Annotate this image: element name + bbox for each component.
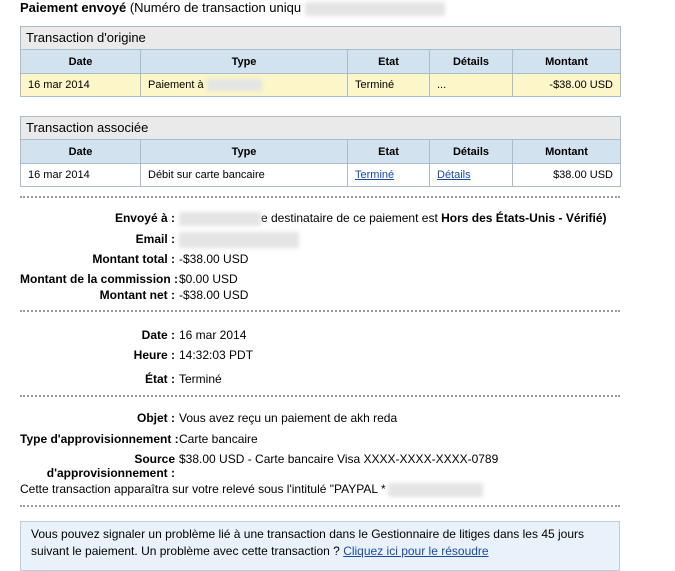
funding-type-label: Type d'approvisionnement : (20, 432, 179, 446)
col-type: Type (140, 50, 348, 74)
row-type: Débit sur carte bancaire (140, 163, 348, 186)
fee-value: $0.00 USD (179, 272, 238, 286)
fee-row: Montant de la commission :$0.00 USD (20, 272, 238, 286)
date-row: Date : 16 mar 2014 (20, 328, 247, 342)
table-row: 16 mar 2014 Paiement à Terminé ... -$38.… (21, 73, 620, 96)
state-value: Terminé (179, 372, 222, 386)
row-date: 16 mar 2014 (21, 73, 141, 96)
row-date: 16 mar 2014 (21, 163, 141, 186)
row-details: Détails (429, 163, 513, 186)
related-panel-heading: Transaction associée (21, 117, 620, 140)
details-link[interactable]: Détails (437, 169, 471, 181)
total-row: Montant total : -$38.00 USD (20, 252, 248, 266)
sent-to-row: Envoyé à : e destinataire de ce paiement … (20, 211, 607, 226)
origin-panel-heading: Transaction d'origine (21, 27, 620, 50)
time-label: Heure : (133, 348, 175, 362)
related-table: Date Type Etat Détails Montant 16 mar 20… (21, 140, 620, 186)
date-value: 16 mar 2014 (179, 328, 247, 342)
funding-type-value: Carte bancaire (179, 432, 258, 446)
col-type: Type (140, 140, 348, 164)
dispute-notice: Vous pouvez signaler un problème lié à u… (20, 521, 620, 571)
row-amount: $38.00 USD (553, 169, 613, 181)
page-title-bold: Paiement envoyé (20, 0, 127, 15)
email-row: Email : (20, 232, 299, 248)
source-value: $38.00 USD - Carte bancaire Visa XXXX-XX… (179, 452, 499, 466)
status-link[interactable]: Terminé (355, 169, 394, 181)
page-title-rest: (Numéro de transaction uniqu (129, 0, 302, 15)
origin-transaction-panel: Transaction d'origine Date Type Etat Dét… (20, 26, 621, 97)
funding-type-row: Type d'approvisionnement :Carte bancaire (20, 432, 258, 446)
page-title: Paiement envoyé (Numéro de transaction u… (20, 0, 445, 16)
row-amount: -$38.00 USD (512, 73, 620, 96)
divider (20, 310, 620, 312)
net-value: -$38.00 USD (179, 288, 249, 302)
col-date: Date (21, 50, 141, 74)
row-type: Paiement à (140, 73, 348, 96)
redacted-recipient-name (179, 211, 261, 226)
state-row: État : Terminé (20, 372, 222, 386)
subject-value: Vous avez reçu un paiement de akh reda (179, 411, 398, 425)
total-label: Montant total : (92, 252, 175, 266)
related-transaction-panel: Transaction associée Date Type Etat Déta… (20, 116, 621, 187)
col-amount: Montant (512, 50, 620, 74)
divider (20, 395, 620, 397)
sent-to-text: e destinataire de ce paiement est (261, 211, 438, 225)
col-amount: Montant (512, 140, 620, 164)
origin-table: Date Type Etat Détails Montant 16 mar 20… (21, 50, 620, 96)
date-label: Date : (141, 328, 175, 342)
redacted-statement-name (387, 482, 483, 497)
table-row: 16 mar 2014 Débit sur carte bancaire Ter… (21, 163, 620, 186)
row-status: Terminé (347, 73, 430, 96)
sent-to-status: Hors des États-Unis - Vérifié) (441, 211, 607, 225)
statement-text: Cette transaction apparaîtra sur votre r… (20, 482, 386, 496)
net-label: Montant net : (99, 288, 175, 302)
source-label: Source (134, 452, 175, 466)
source-row-cont: d'approvisionnement : (20, 466, 175, 480)
col-status: Etat (347, 140, 430, 164)
resolve-link[interactable]: Cliquez ici pour le résoudre (343, 544, 488, 558)
time-row: Heure : 14:32:03 PDT (20, 348, 253, 362)
statement-row: Cette transaction apparaîtra sur votre r… (20, 482, 483, 497)
col-date: Date (21, 140, 141, 164)
col-details: Détails (429, 140, 513, 164)
redacted-email (179, 232, 299, 248)
subject-row: Objet : Vous avez reçu un paiement de akh… (20, 411, 397, 425)
col-details: Détails (429, 50, 513, 74)
row-status: Terminé (347, 163, 430, 186)
time-value: 14:32:03 PDT (179, 348, 254, 362)
row-details: ... (429, 73, 513, 96)
net-row: Montant net : -$38.00 USD (20, 288, 249, 302)
notice-text: Vous pouvez signaler un problème lié à u… (31, 527, 585, 558)
redacted-recipient (206, 79, 262, 92)
email-label: Email : (135, 232, 175, 247)
redacted-transaction-id (304, 1, 445, 16)
source-row: Source $38.00 USD - Carte bancaire Visa X… (20, 452, 498, 466)
sent-to-label: Envoyé à : (114, 211, 175, 225)
divider (20, 196, 620, 198)
total-value: -$38.00 USD (179, 252, 249, 266)
state-label: État : (145, 372, 175, 386)
source-label-cont: d'approvisionnement : (46, 466, 175, 480)
fee-label: Montant de la commission : (20, 272, 179, 286)
col-status: Etat (347, 50, 430, 74)
subject-label: Objet : (137, 411, 175, 425)
divider (20, 505, 620, 507)
